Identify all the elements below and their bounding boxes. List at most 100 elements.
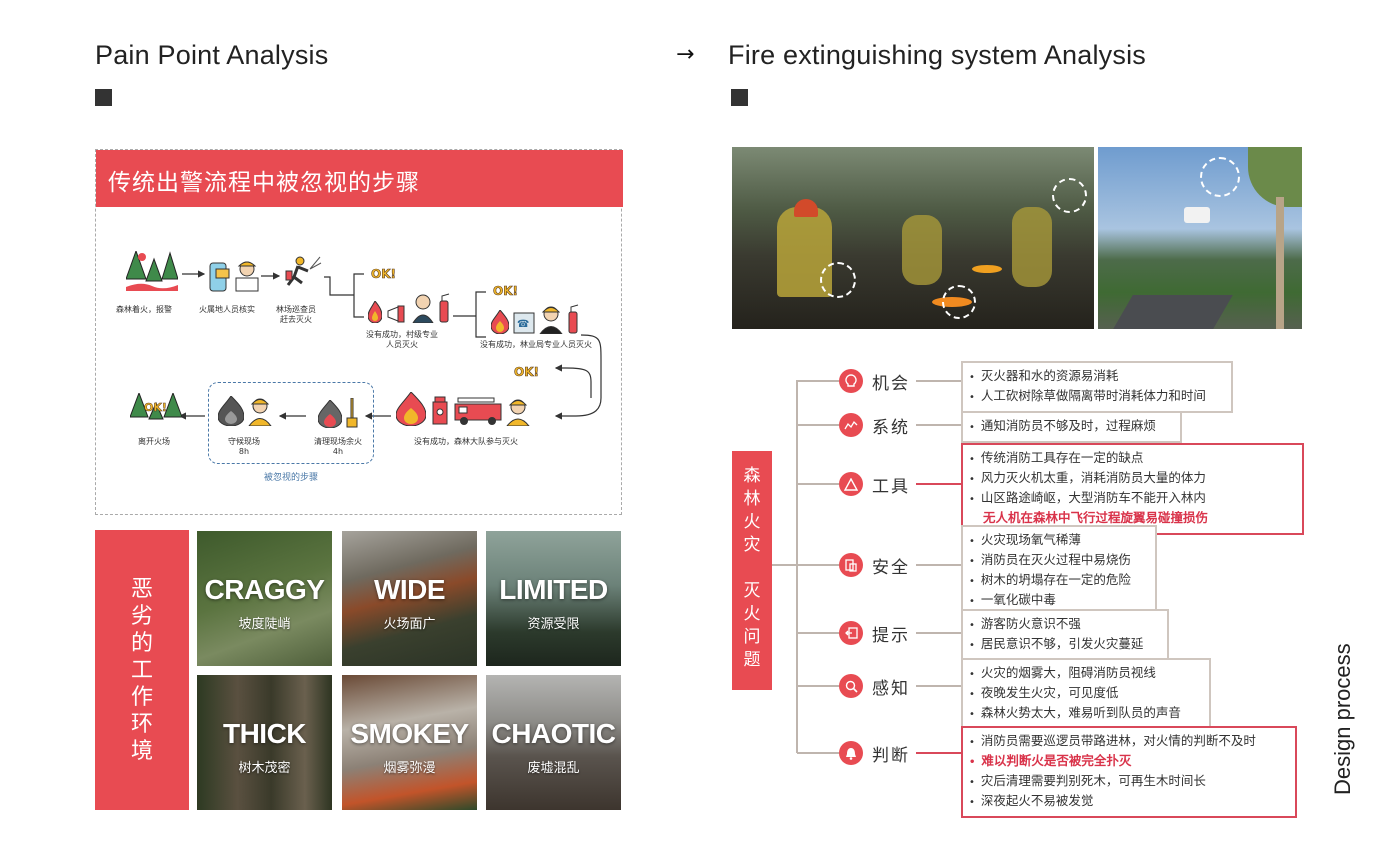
mindmap-trunk-line [796, 380, 798, 753]
tile-chaotic: CHAOTIC 废墟混乱 [486, 675, 621, 810]
env-char: 恶 [130, 576, 153, 602]
step-guard-time: 8h [238, 447, 250, 456]
note-judgment: 消防员需要巡逻员带路进林，对火情的判断不及时 难以判断火是否被完全扑灭 灾后清理… [961, 726, 1297, 818]
fire-system-title: Fire extinguishing system Analysis [728, 40, 1146, 70]
note-item: 一氧化碳中毒 [969, 591, 1147, 611]
branch-line [797, 424, 839, 426]
note-safety: 火灾现场氧气稀薄 消防员在灭火过程中易烧伤 树木的坍塌存在一定的危险 一氧化碳中… [961, 525, 1157, 617]
burning-forest-icon [126, 251, 178, 291]
step-bureau-label: 没有成功，林业局专业人员灭火 [480, 340, 592, 349]
branch-line [797, 685, 839, 687]
tile-title: THICK [222, 718, 307, 749]
step-village-line2: 人员灭火 [386, 340, 418, 349]
svg-text:☎: ☎ [517, 319, 529, 330]
note-perception: 火灾的烟雾大，阻碍消防员视线 夜晚发生火灾，可见度低 森林火势太大，难易听到队员… [961, 658, 1211, 730]
safe-forest-icon: OK! [130, 393, 182, 425]
cleanup-icons [318, 398, 358, 428]
ignored-steps-label: 被忽视的步骤 [264, 473, 319, 483]
brigade-response-icons [396, 392, 530, 426]
note-tools: 传统消防工具存在一定的缺点 风力灭火机太重，消耗消防员大量的体力 山区路途崎岖，… [961, 443, 1304, 535]
emergency-call-icon: ☎ [513, 312, 535, 334]
branch-line [797, 380, 839, 382]
branch-line [797, 752, 839, 754]
branch-line [916, 380, 961, 382]
guard-icons [218, 394, 272, 426]
note-item: 火灾的烟雾大，阻碍消防员视线 [969, 664, 1201, 684]
flow-panel: 传统出警流程中被忽视的步骤 森林着火，报警 火属地人员核实 林场巡查员 赶去灭火 … [95, 149, 623, 515]
note-item: 灭火器和水的资源易消耗 [969, 367, 1223, 387]
tile-smokey: SMOKEY 烟雾弥漫 [342, 675, 477, 810]
tile-title: SMOKEY [350, 718, 469, 749]
tile-title: WIDE [373, 574, 446, 605]
env-char: 的 [130, 630, 153, 656]
extinguisher-icon [439, 293, 450, 323]
official-icon [412, 294, 434, 323]
bell-icon [839, 741, 863, 765]
note-item: 深夜起火不易被发觉 [969, 792, 1287, 812]
note-item: 山区路途崎岖，大型消防车不能开入林内 [969, 489, 1294, 509]
tree-trunk [1276, 197, 1284, 329]
note-item: 通知消防员不够及时，过程麻烦 [969, 417, 1172, 437]
extinguisher-icon [568, 304, 579, 334]
branch-line-highlight [916, 483, 961, 485]
note-item: 夜晚发生火灾，可见度低 [969, 684, 1201, 704]
step-clear-time: 4h [332, 447, 344, 456]
step-clear-text: 清理现场余火 [314, 437, 362, 446]
root-char: 灭 [743, 581, 761, 601]
root-char: 问 [743, 627, 761, 647]
firefighter-icon [506, 399, 530, 426]
step-guard-label: 守候现场 8h [228, 437, 260, 457]
broom-icon [346, 398, 358, 428]
drone-shape [1184, 207, 1210, 223]
firefighter-icon [248, 398, 272, 426]
flow-branch [453, 291, 486, 338]
env-char: 劣 [130, 603, 153, 629]
tile-subtitle: 火场面广 [383, 617, 436, 632]
step-patrol-line2: 赶去灭火 [280, 315, 312, 324]
category-prompt: 提示 [872, 626, 910, 646]
ok-badge: OK! [371, 267, 397, 282]
note-item: 风力灭火机太重，消耗消防员大量的体力 [969, 469, 1294, 489]
root-char: 火 [743, 512, 761, 532]
note-item: 树木的坍塌存在一定的危险 [969, 571, 1147, 591]
branch-line [797, 483, 839, 485]
tile-title: LIMITED [499, 574, 608, 605]
flame-icon [368, 301, 382, 323]
category-system: 系统 [872, 418, 910, 438]
arrow-icon: → [676, 42, 695, 67]
note-system: 通知消防员不够及时，过程麻烦 [961, 411, 1182, 443]
mindmap-root-connector [772, 564, 797, 566]
step-patrol-label: 林场巡查员 赶去灭火 [276, 305, 316, 325]
note-item: 灾后清理需要判别死木，可再生木时间长 [969, 772, 1287, 792]
tile-subtitle: 废墟混乱 [527, 761, 580, 776]
branch-line [797, 564, 839, 566]
running-ranger-icon [284, 255, 322, 291]
exit-icon [839, 621, 863, 645]
note-item: 游客防火意识不强 [969, 615, 1159, 635]
highlight-circle [1200, 157, 1240, 197]
village-response-icons [368, 293, 450, 323]
device-icon [839, 553, 863, 577]
tile-subtitle: 烟雾弥漫 [383, 761, 436, 776]
step-verify-label: 火属地人员核实 [199, 305, 255, 314]
step-village-label: 没有成功，村级专业 人员灭火 [366, 330, 438, 350]
note-item: 人工砍树除草做隔离带时消耗体力和时间 [969, 387, 1223, 407]
pain-point-title: Pain Point Analysis [95, 40, 329, 70]
tile-limited: LIMITED 资源受限 [486, 531, 621, 666]
warning-triangle-icon [839, 472, 863, 496]
firefighter-figure [1012, 207, 1052, 287]
firefighter-figure [902, 215, 942, 285]
root-char: 森 [743, 466, 761, 486]
env-char: 境 [130, 738, 153, 764]
env-char: 环 [130, 711, 153, 737]
title-square-marker [95, 89, 112, 106]
step-patrol-line1: 林场巡查员 [276, 305, 316, 314]
highlight-circle [942, 285, 976, 319]
flow-branch [556, 368, 592, 398]
inspector-icon [235, 261, 259, 292]
tile-subtitle: 树木茂密 [238, 761, 291, 776]
road-shape [1113, 295, 1233, 329]
branch-line [916, 424, 961, 426]
root-char: 火 [743, 604, 761, 624]
note-opportunity: 灭火器和水的资源易消耗 人工砍树除草做隔离带时消耗体力和时间 [961, 361, 1233, 413]
